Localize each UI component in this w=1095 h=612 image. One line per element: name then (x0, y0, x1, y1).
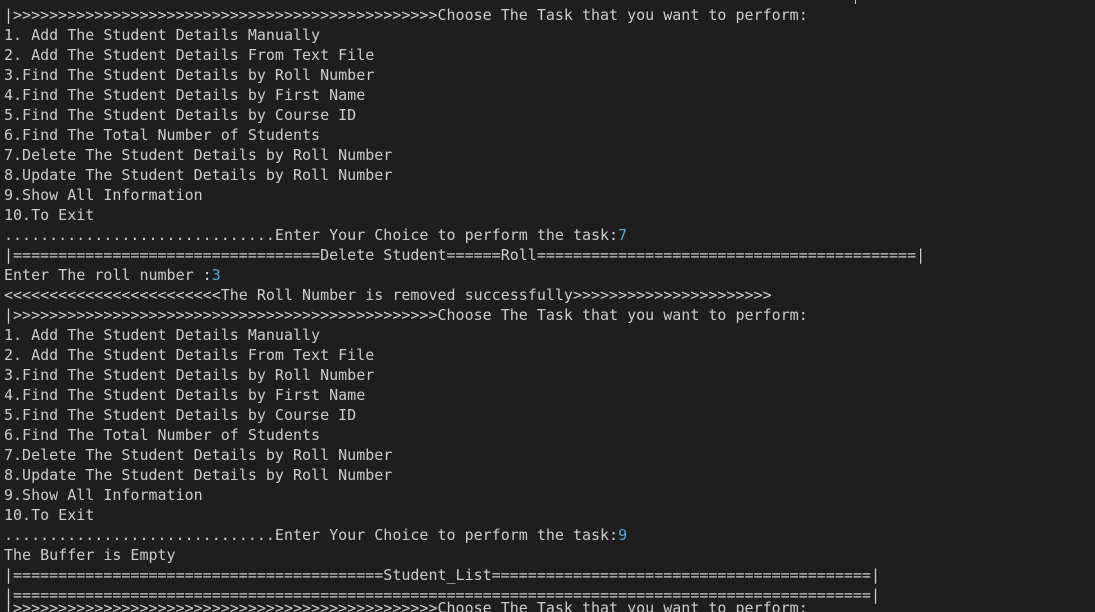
terminal-line: ..............................Enter Your… (4, 525, 925, 545)
line-text: 6.Find The Total Number of Students (4, 126, 321, 144)
terminal-line: 4.Find The Student Details by First Name (4, 85, 925, 105)
terminal-line: Enter The roll number :3 (4, 265, 925, 285)
terminal-partial-line: |>>>>>>>>>>>>>>>>>>>>>>>>>>>>>>>>>>>>>>>… (4, 599, 808, 612)
line-text: |>>>>>>>>>>>>>>>>>>>>>>>>>>>>>>>>>>>>>>>… (4, 6, 808, 24)
line-text: |=======================================… (4, 566, 880, 584)
terminal-line: 6.Find The Total Number of Students (4, 125, 925, 145)
line-text: |==================================Delet… (4, 246, 926, 264)
terminal-line: 3.Find The Student Details by Roll Numbe… (4, 365, 925, 385)
terminal-line: |>>>>>>>>>>>>>>>>>>>>>>>>>>>>>>>>>>>>>>>… (4, 305, 925, 325)
terminal-line: 7.Delete The Student Details by Roll Num… (4, 445, 925, 465)
line-text: 8.Update The Student Details by Roll Num… (4, 466, 393, 484)
line-text: ..............................Enter Your… (4, 526, 619, 544)
line-text: 6.Find The Total Number of Students (4, 426, 321, 444)
terminal-line: 6.Find The Total Number of Students (4, 425, 925, 445)
line-text: 1. Add The Student Details Manually (4, 26, 321, 44)
terminal-line: 4.Find The Student Details by First Name (4, 385, 925, 405)
line-text: 5.Find The Student Details by Course ID (4, 106, 357, 124)
terminal-line: The Buffer is Empty (4, 545, 925, 565)
line-text: Enter The roll number : (4, 266, 212, 284)
terminal-line: ..............................Enter Your… (4, 225, 925, 245)
user-input-value: 7 (618, 226, 628, 244)
user-input-value: 9 (618, 526, 628, 544)
line-text: ..............................Enter Your… (4, 226, 619, 244)
line-text: 1. Add The Student Details Manually (4, 326, 321, 344)
line-text: 7.Delete The Student Details by Roll Num… (4, 446, 393, 464)
terminal-line: 8.Update The Student Details by Roll Num… (4, 165, 925, 185)
terminal-line: 8.Update The Student Details by Roll Num… (4, 465, 925, 485)
terminal-line: |>>>>>>>>>>>>>>>>>>>>>>>>>>>>>>>>>>>>>>>… (4, 5, 925, 25)
line-text: 2. Add The Student Details From Text Fil… (4, 346, 375, 364)
line-text: |>>>>>>>>>>>>>>>>>>>>>>>>>>>>>>>>>>>>>>>… (4, 306, 808, 324)
terminal-line: 9.Show All Information (4, 185, 925, 205)
terminal-line: 5.Find The Student Details by Course ID (4, 405, 925, 425)
terminal-line: 2. Add The Student Details From Text Fil… (4, 345, 925, 365)
line-text: <<<<<<<<<<<<<<<<<<<<<<<<The Roll Number … (4, 286, 772, 304)
top-border-fragment (855, 0, 856, 4)
line-text: 9.Show All Information (4, 186, 203, 204)
terminal-line: |==================================Delet… (4, 245, 925, 265)
line-text: 4.Find The Student Details by First Name (4, 86, 366, 104)
line-text: 4.Find The Student Details by First Name (4, 386, 366, 404)
line-text: The Buffer is Empty (4, 546, 176, 564)
line-text: 2. Add The Student Details From Text Fil… (4, 46, 375, 64)
line-text: 8.Update The Student Details by Roll Num… (4, 166, 393, 184)
line-text: 10.To Exit (4, 506, 95, 524)
user-input-value: 3 (211, 266, 221, 284)
line-text: 5.Find The Student Details by Course ID (4, 406, 357, 424)
line-text: 9.Show All Information (4, 486, 203, 504)
terminal-line: 1. Add The Student Details Manually (4, 25, 925, 45)
terminal-line: 2. Add The Student Details From Text Fil… (4, 45, 925, 65)
terminal-line: 10.To Exit (4, 505, 925, 525)
terminal-line: 3.Find The Student Details by Roll Numbe… (4, 65, 925, 85)
line-text: 3.Find The Student Details by Roll Numbe… (4, 366, 375, 384)
terminal-line: 9.Show All Information (4, 485, 925, 505)
terminal-lines: |>>>>>>>>>>>>>>>>>>>>>>>>>>>>>>>>>>>>>>>… (4, 5, 925, 605)
terminal-line: <<<<<<<<<<<<<<<<<<<<<<<<The Roll Number … (4, 285, 925, 305)
terminal-line: 7.Delete The Student Details by Roll Num… (4, 145, 925, 165)
line-text: 7.Delete The Student Details by Roll Num… (4, 146, 393, 164)
terminal-line: 1. Add The Student Details Manually (4, 325, 925, 345)
terminal-line: |=======================================… (4, 565, 925, 585)
line-text: 10.To Exit (4, 206, 95, 224)
line-text: 3.Find The Student Details by Roll Numbe… (4, 66, 375, 84)
terminal-output[interactable]: |>>>>>>>>>>>>>>>>>>>>>>>>>>>>>>>>>>>>>>>… (0, 0, 1095, 612)
terminal-line: 5.Find The Student Details by Course ID (4, 105, 925, 125)
terminal-line: 10.To Exit (4, 205, 925, 225)
